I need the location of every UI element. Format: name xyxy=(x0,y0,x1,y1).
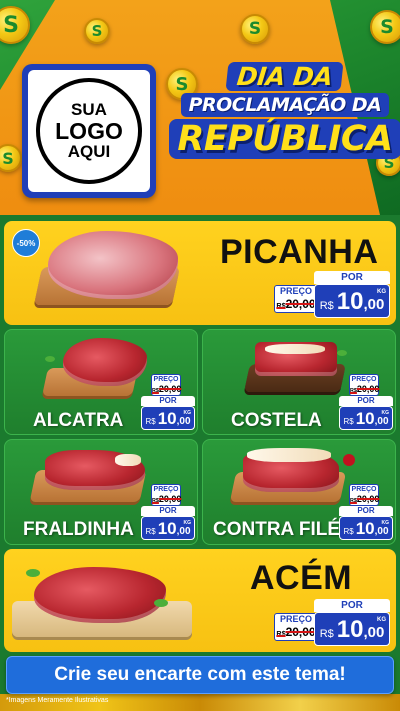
current-price: R$ 10,00 KG xyxy=(339,516,393,540)
current-price: R$ 10,00 KG xyxy=(314,284,390,318)
product-name: FRALDINHA xyxy=(23,519,134,540)
price-tag: PREÇO R$20,00 POR R$ 10,00 KG xyxy=(337,374,395,432)
price-tag: PREÇO R$20,00 POR R$ 10,00 KG xyxy=(139,374,197,432)
price-tag: PREÇO R$20,00 POR R$ 10,00 KG xyxy=(274,271,392,319)
herb-icon xyxy=(45,356,55,362)
herb-icon xyxy=(26,569,40,577)
price-tag: PREÇO R$20,00 POR R$ 10,00 KG xyxy=(139,484,197,542)
product-card-acem[interactable]: ACÉM PREÇO R$20,00 POR R$ 10,00 KG xyxy=(4,549,396,652)
discount-badge: -50% xyxy=(12,229,40,257)
coin-icon: S xyxy=(0,6,30,44)
product-card-alcatra[interactable]: ALCATRA PREÇO R$20,00 POR R$ 10,00 KG xyxy=(4,329,198,435)
price-tag: PREÇO R$20,00 POR R$ 10,00 KG xyxy=(274,599,392,647)
old-price: R$20,00 xyxy=(276,625,316,639)
herb-icon xyxy=(154,599,168,607)
product-name: PICANHA xyxy=(220,233,379,271)
disclaimer-text: *Imagens Meramente Ilustrativas xyxy=(6,697,109,704)
product-card-picanha[interactable]: -50% PICANHA PREÇO R$20,00 POR R$ 10,00 K… xyxy=(4,221,396,325)
product-card-costela[interactable]: COSTELA PREÇO R$20,00 POR R$ 10,00 KG xyxy=(202,329,396,435)
current-price: R$ 10,00 KG xyxy=(339,406,393,430)
logo-circle: SUA LOGO AQUI xyxy=(36,78,142,184)
coin-icon: S xyxy=(370,10,400,44)
acem-image xyxy=(34,567,166,623)
product-name: COSTELA xyxy=(231,410,322,431)
price-tag: PREÇO R$20,00 POR R$ 10,00 KG xyxy=(337,484,395,542)
product-card-contra-file[interactable]: CONTRA FILÉ PREÇO R$20,00 POR R$ 10,00 KG xyxy=(202,439,396,545)
fraldinha-fat xyxy=(115,454,141,466)
logo-placeholder[interactable]: SUA LOGO AQUI xyxy=(22,64,156,198)
current-price: R$ 10,00 KG xyxy=(141,516,195,540)
create-flyer-button[interactable]: Crie seu encarte com este tema! xyxy=(6,656,394,694)
product-name: ACÉM xyxy=(250,559,353,597)
page-title: DIA DA PROCLAMAÇÃO DA REPÚBLICA xyxy=(169,62,400,192)
header-banner: S S S S S S S SUA LOGO AQUI DIA DA PROCL… xyxy=(0,0,400,215)
current-price: R$ 10,00 KG xyxy=(314,612,390,646)
contra-file-fat xyxy=(247,448,331,462)
coin-icon: S xyxy=(84,18,110,44)
alcatra-image xyxy=(63,338,147,386)
picanha-image xyxy=(48,231,178,299)
product-card-fraldinha[interactable]: FRALDINHA PREÇO R$20,00 POR R$ 10,00 KG xyxy=(4,439,198,545)
coin-icon: S xyxy=(240,14,270,44)
old-price: R$20,00 xyxy=(276,297,316,311)
product-name: CONTRA FILÉ xyxy=(213,519,341,540)
herb-icon xyxy=(337,350,347,356)
product-name: ALCATRA xyxy=(33,410,124,431)
herb-icon xyxy=(343,454,355,466)
current-price: R$ 10,00 KG xyxy=(141,406,195,430)
costela-fat xyxy=(265,344,325,354)
